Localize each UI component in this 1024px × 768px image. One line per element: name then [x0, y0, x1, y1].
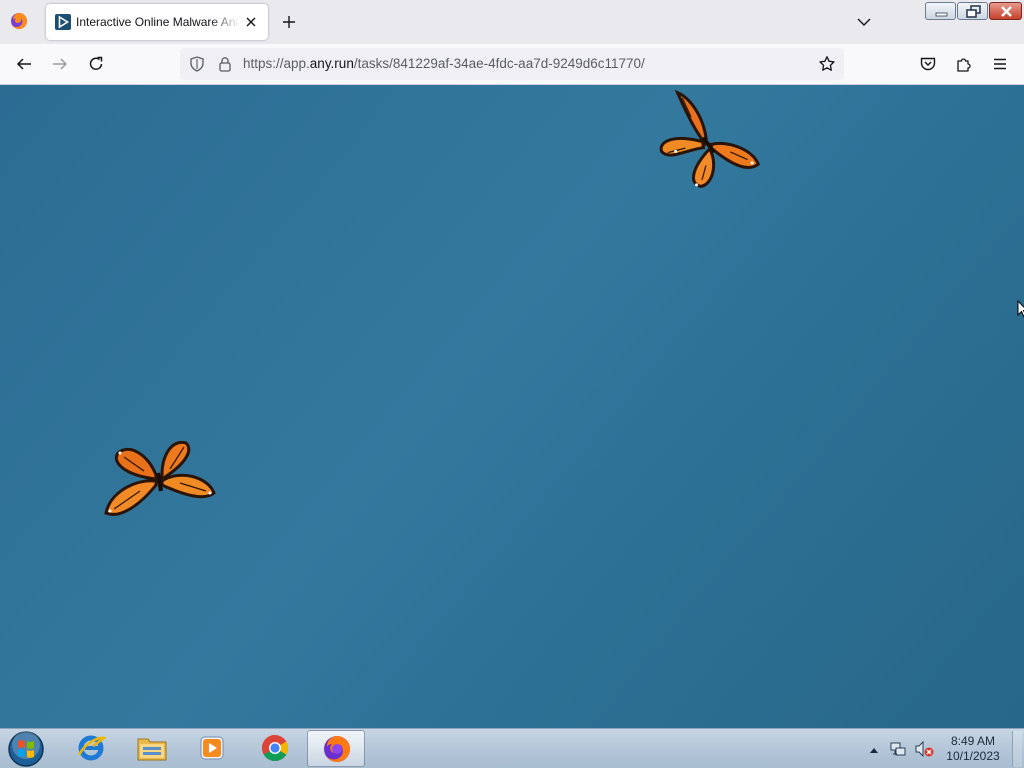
close-icon[interactable] [244, 15, 258, 29]
show-hidden-icons-icon[interactable] [869, 746, 879, 754]
pocket-icon[interactable] [919, 55, 937, 73]
shield-icon[interactable] [189, 56, 205, 72]
star-icon[interactable] [818, 55, 836, 73]
reload-icon[interactable] [87, 55, 105, 73]
restore-button[interactable] [957, 2, 988, 20]
windows-start-orb-icon[interactable] [6, 730, 46, 768]
back-arrow-icon[interactable] [15, 55, 33, 73]
internet-explorer-icon [77, 735, 106, 761]
media-player-icon [200, 736, 224, 760]
taskbar-app-file-explorer[interactable] [122, 730, 180, 767]
browser-nav-bar: https://app.any.run/tasks/841229af-34ae-… [0, 44, 1024, 85]
taskbar-app-firefox[interactable] [307, 730, 365, 767]
lock-icon[interactable] [217, 56, 233, 72]
mouse-cursor-icon [1017, 300, 1024, 318]
plus-icon[interactable] [280, 13, 298, 31]
network-icon[interactable] [889, 740, 907, 758]
close-icon [1001, 6, 1012, 17]
hamburger-menu-icon[interactable] [991, 55, 1009, 73]
taskbar-app-internet-explorer[interactable] [62, 730, 120, 767]
show-desktop-button[interactable] [1012, 731, 1022, 767]
url-bar[interactable]: https://app.any.run/tasks/841229af-34ae-… [180, 48, 844, 80]
puzzle-icon[interactable] [955, 55, 973, 73]
taskbar-app-media-player[interactable] [183, 730, 241, 767]
taskbar: 8:49 AM 10/1/2023 [0, 728, 1024, 768]
firefox-icon [324, 736, 350, 762]
close-window-button[interactable] [989, 2, 1022, 20]
chrome-icon [261, 734, 289, 762]
url-prefix: https://app. [243, 56, 310, 71]
firefox-icon[interactable] [10, 12, 28, 30]
butterfly-image [104, 440, 216, 516]
forward-arrow-icon[interactable] [51, 55, 69, 73]
url-host: any.run [309, 56, 354, 71]
browser-tab-bar: Interactive Online Malware Analysis Sand… [0, 0, 1024, 44]
anyrun-play-icon [55, 14, 71, 30]
url-path: /tasks/841229af-34ae-4fdc-aa7d-9249d6c11… [353, 56, 645, 71]
clock-date: 10/1/2023 [946, 749, 1000, 763]
page-content [0, 85, 1024, 728]
restore-icon [966, 5, 981, 18]
system-clock[interactable]: 8:49 AM 10/1/2023 [938, 734, 1008, 764]
window-controls [925, 2, 1023, 20]
browser-tab-active[interactable]: Interactive Online Malware Analysis Sand… [46, 4, 268, 40]
clock-time: 8:49 AM [950, 734, 996, 748]
volume-muted-icon[interactable] [914, 740, 934, 758]
file-explorer-icon [137, 738, 167, 761]
url-text[interactable]: https://app.any.run/tasks/841229af-34ae-… [243, 56, 645, 71]
minimize-button[interactable] [925, 2, 956, 20]
minimize-icon [935, 12, 948, 17]
chevron-down-icon[interactable] [855, 14, 873, 30]
taskbar-app-chrome[interactable] [246, 730, 304, 767]
tab-title: Interactive Online Malware Analysis Sand… [76, 15, 240, 29]
butterfly-image [659, 89, 760, 188]
